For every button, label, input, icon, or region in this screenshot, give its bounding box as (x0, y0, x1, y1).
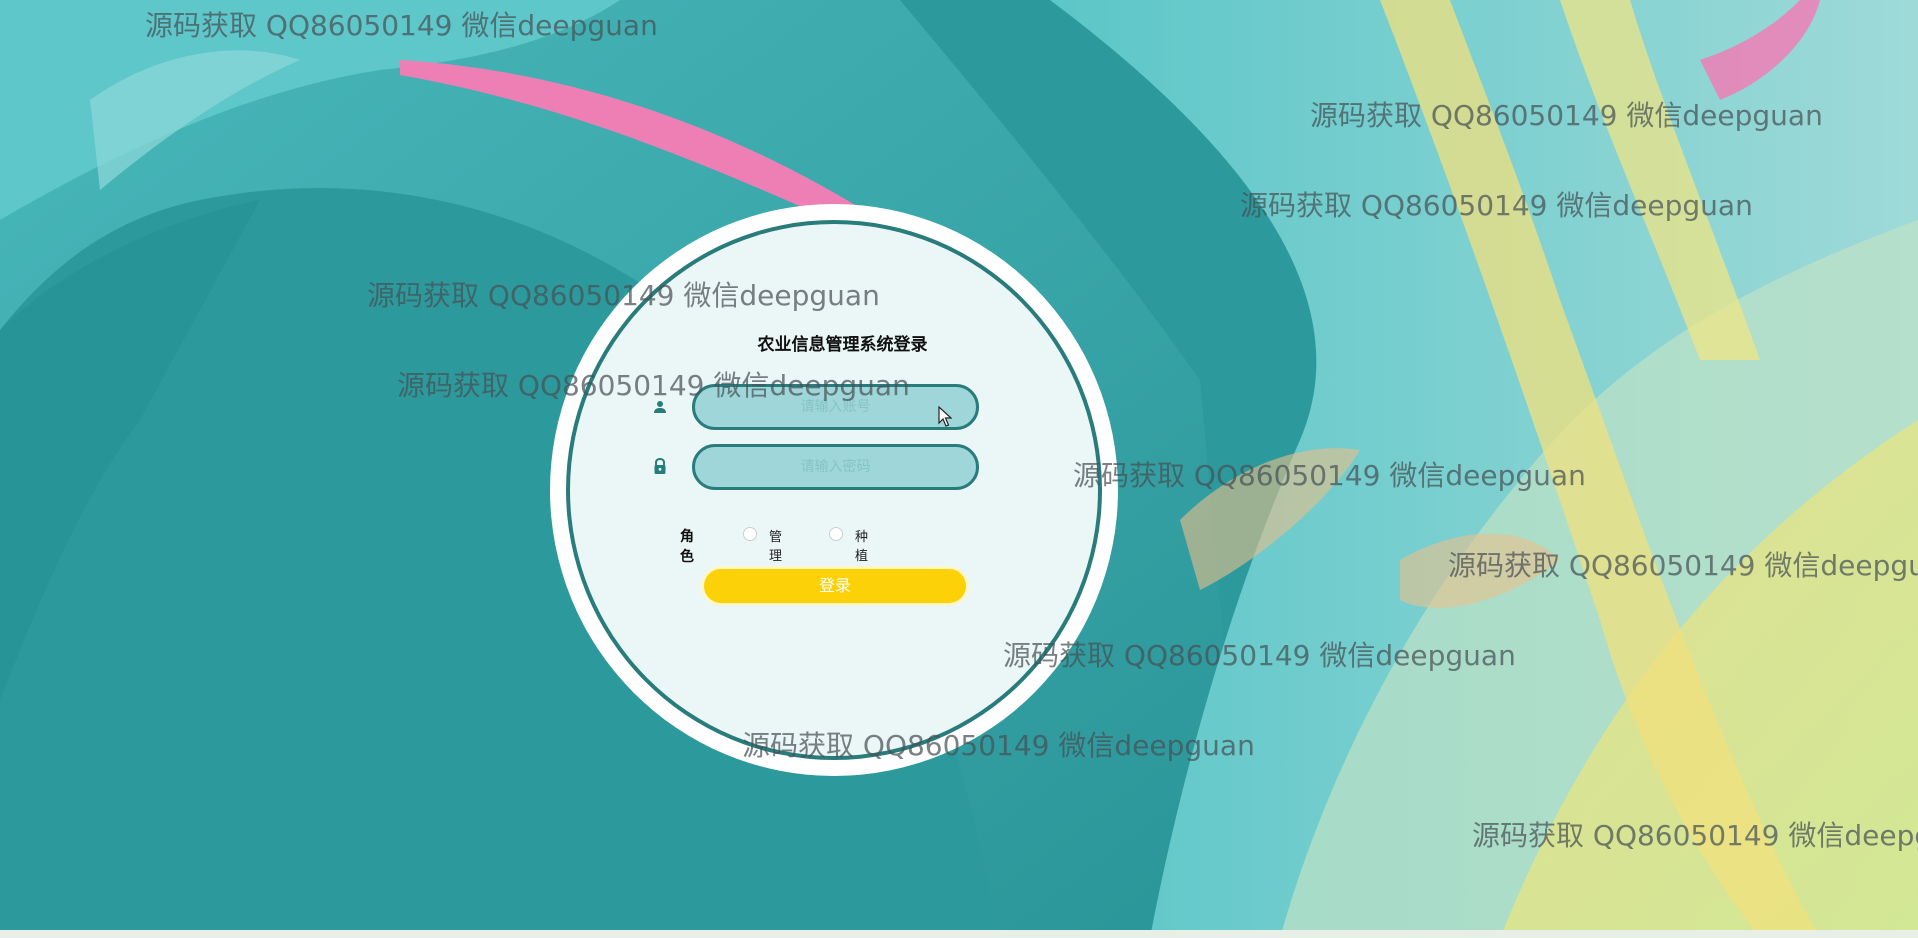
user-icon (651, 398, 669, 416)
role-radio-admin[interactable] (743, 527, 757, 541)
lock-icon (651, 457, 669, 475)
username-input[interactable] (692, 384, 979, 430)
password-input[interactable] (692, 444, 979, 490)
login-button[interactable]: 登录 (701, 566, 969, 606)
role-radio-grower[interactable] (829, 527, 843, 541)
page-title: 农业信息管理系统登录 (757, 335, 928, 355)
mouse-cursor-icon (938, 405, 953, 432)
login-panel (566, 220, 1102, 760)
role-label: 角色 (680, 529, 694, 565)
